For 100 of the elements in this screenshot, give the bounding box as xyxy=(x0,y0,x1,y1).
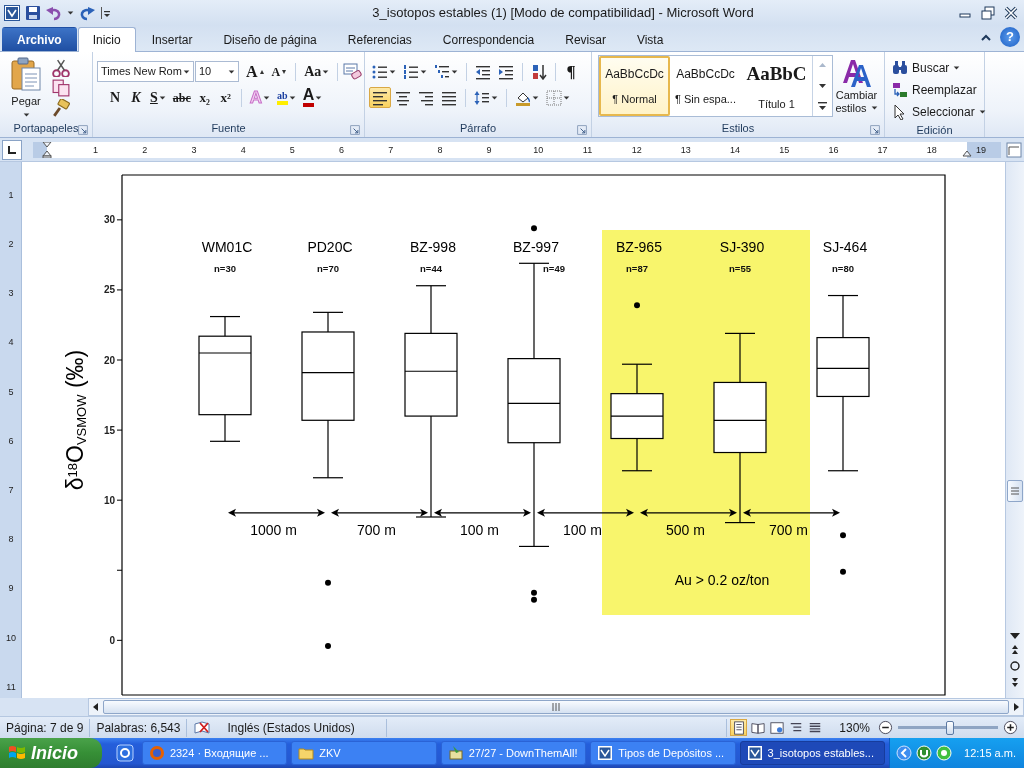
font-size-field[interactable]: 10 xyxy=(195,61,239,82)
dialog-launcher-icon[interactable] xyxy=(577,125,587,135)
change-styles-button[interactable]: Cambiar estilos xyxy=(833,55,880,120)
find-button[interactable]: Buscar xyxy=(889,57,989,78)
language-indicator[interactable]: Inglés (Estados Unidos) xyxy=(227,718,355,737)
dialog-launcher-icon[interactable] xyxy=(870,125,880,135)
style-item[interactable]: AaBbCcDc ¶ Sin espa... xyxy=(670,56,741,116)
start-button[interactable]: Inicio xyxy=(0,738,102,768)
font-name-field[interactable]: Times New Rom xyxy=(97,61,194,82)
redo-icon[interactable] xyxy=(79,4,95,21)
ribbon-tab[interactable]: Inicio xyxy=(77,27,136,52)
sub-button[interactable]: x₂ xyxy=(194,87,215,108)
distance-label: 700 m xyxy=(357,521,396,538)
change-case-button[interactable]: Aa xyxy=(301,61,333,82)
zoom-in-icon[interactable] xyxy=(1003,720,1018,735)
tray-app-icon[interactable] xyxy=(936,745,952,761)
taskbar-button[interactable]: ZKV xyxy=(291,741,437,765)
app-icon[interactable] xyxy=(4,4,20,21)
customize-menu-icon[interactable] xyxy=(100,5,110,20)
restore-icon[interactable] xyxy=(979,4,997,21)
ruler-number: 16 xyxy=(827,143,840,157)
tab-selector-button[interactable] xyxy=(2,139,22,160)
collapse-ribbon-icon[interactable] xyxy=(980,32,992,42)
caret-icon xyxy=(389,68,396,75)
style-item[interactable]: AaBbCcDc ¶ Normal xyxy=(599,56,670,116)
category-label: PD20C xyxy=(307,238,353,255)
file-tab[interactable]: Archivo xyxy=(2,27,77,51)
bold-button[interactable]: N xyxy=(105,87,125,108)
format-painter-icon[interactable] xyxy=(52,99,70,117)
ribbon-tab[interactable]: Vista xyxy=(621,27,679,51)
sample-size-label: n=70 xyxy=(317,262,339,274)
taskbar-button[interactable]: 3_isotopos estables... xyxy=(739,741,885,765)
slider-thumb[interactable] xyxy=(946,720,954,735)
color-button[interactable]: A xyxy=(299,87,326,108)
align-justify-icon xyxy=(441,89,457,106)
close-icon[interactable] xyxy=(1002,4,1020,21)
align-left-button[interactable] xyxy=(369,87,391,108)
show-marks-button[interactable]: ¶ xyxy=(561,61,581,82)
ribbon-tab[interactable]: Revisar xyxy=(550,27,621,51)
horizontal-scrollbar[interactable] xyxy=(88,698,1024,716)
scroll-down-icon[interactable] xyxy=(1009,632,1021,640)
underline-button[interactable]: S xyxy=(147,87,169,108)
ruler-number: 5 xyxy=(7,385,15,399)
align-right-icon xyxy=(418,89,434,106)
shrink-font-button[interactable]: A xyxy=(268,61,291,82)
ribbon-tab[interactable]: Referencias xyxy=(332,27,427,51)
category-label: SJ-390 xyxy=(719,238,765,255)
caret-icon xyxy=(978,108,986,115)
group-label: Párrafo xyxy=(459,121,497,137)
copy-icon[interactable] xyxy=(52,79,70,97)
scroll-thumb[interactable] xyxy=(103,700,1009,714)
ruler-number: 17 xyxy=(876,143,889,157)
strike-button[interactable]: abc xyxy=(169,87,194,108)
scroll-left-icon[interactable] xyxy=(91,702,101,712)
paste-button[interactable]: Pegar xyxy=(4,55,48,120)
next-page-icon[interactable] xyxy=(1009,676,1021,688)
indent-marker-icon[interactable] xyxy=(42,141,52,158)
caret-icon xyxy=(22,111,30,118)
page-count[interactable]: Página: 7 de 9 xyxy=(6,718,84,737)
axis-tick-label: 0 xyxy=(109,634,115,646)
vertical-scrollbar[interactable] xyxy=(1005,162,1024,698)
taskbar-button[interactable]: 27/27 - DownThemAll! xyxy=(440,741,587,765)
scroll-thumb[interactable] xyxy=(1007,480,1023,502)
tray-app-icon[interactable] xyxy=(916,745,932,761)
replace-icon xyxy=(892,81,908,98)
ruler-number: 7 xyxy=(7,483,15,497)
web-view-button[interactable] xyxy=(768,719,786,736)
ribbon-tab[interactable]: Insertar xyxy=(136,27,208,51)
italic-button[interactable]: K xyxy=(126,87,146,108)
style-item[interactable]: AaBbC Título 1 xyxy=(741,56,812,116)
replace-button[interactable]: Reemplazar xyxy=(889,79,989,100)
proofing-error-icon[interactable] xyxy=(193,719,212,736)
caret-icon xyxy=(953,64,961,71)
ruler-number: 1 xyxy=(7,188,15,202)
ribbon-tab[interactable]: Diseño de página xyxy=(208,27,332,51)
ribbon-tab[interactable]: Correspondencia xyxy=(427,27,550,51)
word-count[interactable]: Palabras: 6,543 xyxy=(96,718,181,737)
quick-launch-icon[interactable] xyxy=(115,744,134,762)
sup-button[interactable]: x² xyxy=(215,87,236,108)
ruler-number: 5 xyxy=(288,143,296,157)
windows-flag-icon xyxy=(8,744,26,762)
browse-object-icon[interactable] xyxy=(1009,660,1021,672)
expand-tray-icon[interactable] xyxy=(896,745,912,761)
ruler-toggle-icon[interactable] xyxy=(1006,141,1022,158)
grow-font-button[interactable]: A xyxy=(243,61,268,82)
scroll-right-icon[interactable] xyxy=(1011,702,1021,712)
dialog-launcher-icon[interactable] xyxy=(350,125,360,135)
taskbar-button[interactable]: Tipos de Depósitos ... xyxy=(590,741,736,765)
cut-icon[interactable] xyxy=(52,59,70,77)
select-button[interactable]: Seleccionar xyxy=(889,101,989,122)
highlight-button[interactable]: ab xyxy=(274,87,299,108)
zoom-level[interactable]: 130% xyxy=(839,718,870,737)
save-icon[interactable] xyxy=(25,4,41,21)
dialog-launcher-icon[interactable] xyxy=(78,125,88,135)
previous-page-icon[interactable] xyxy=(1009,644,1021,656)
taskbar-button[interactable]: 2324 · Входящие ... xyxy=(141,741,288,765)
clear-formatting-icon[interactable] xyxy=(343,62,364,81)
print-view-button[interactable] xyxy=(730,719,748,736)
zoom-out-icon[interactable] xyxy=(878,720,893,735)
undo-icon[interactable] xyxy=(46,4,62,21)
